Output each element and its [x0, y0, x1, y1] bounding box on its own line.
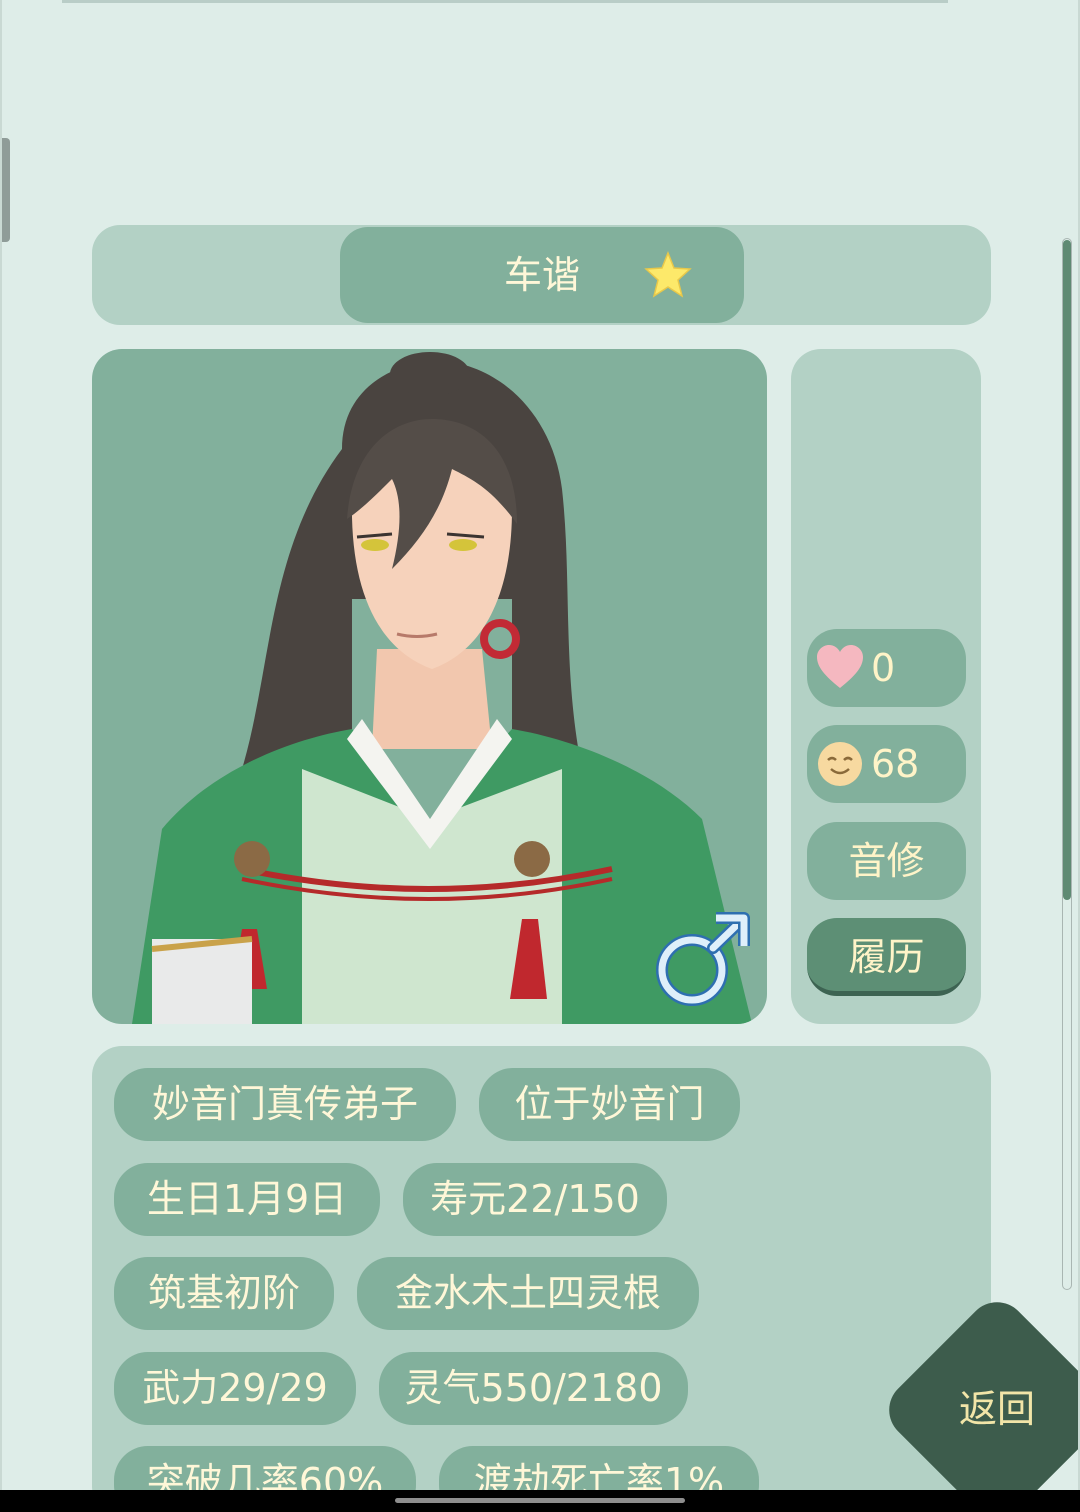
profession-label: 音修 [848, 839, 925, 883]
app-screen: 车谐 0 68 音修 履历 妙音门真传弟子 位于妙音门 生日1月9日 寿元22/… [0, 0, 1080, 1490]
male-icon [656, 912, 750, 1006]
tag-spirit-root: 金水木土四灵根 [357, 1257, 699, 1330]
resume-label: 履历 [848, 935, 925, 979]
star-icon[interactable] [644, 251, 692, 299]
home-indicator[interactable] [395, 1498, 685, 1503]
profession-button[interactable]: 音修 [807, 822, 966, 900]
tag-location: 位于妙音门 [479, 1068, 740, 1141]
tag-birthday: 生日1月9日 [114, 1163, 380, 1236]
affection-button[interactable]: 0 [807, 629, 966, 707]
tag-lifespan: 寿元22/150 [403, 1163, 667, 1236]
affection-value: 0 [871, 646, 896, 690]
top-strip [62, 0, 948, 3]
character-name: 车谐 [503, 253, 580, 297]
heart-icon [817, 645, 863, 688]
tag-breakthrough-rate: 突破几率60% [114, 1446, 416, 1490]
resume-button[interactable]: 履历 [807, 918, 966, 996]
edge-handle[interactable] [2, 138, 10, 242]
tag-tribulation-death-rate: 渡劫死亡率1% [439, 1446, 759, 1490]
mood-value: 68 [871, 742, 920, 786]
mood-button[interactable]: 68 [807, 725, 966, 803]
tag-martial-power: 武力29/29 [114, 1352, 356, 1425]
tag-sect-title: 妙音门真传弟子 [114, 1068, 456, 1141]
tag-realm: 筑基初阶 [114, 1257, 334, 1330]
tag-spiritual-energy: 灵气550/2180 [379, 1352, 688, 1425]
smile-face-icon [818, 742, 862, 786]
scrollbar-thumb[interactable] [1063, 240, 1071, 900]
back-label[interactable]: 返回 [937, 1383, 1057, 1435]
